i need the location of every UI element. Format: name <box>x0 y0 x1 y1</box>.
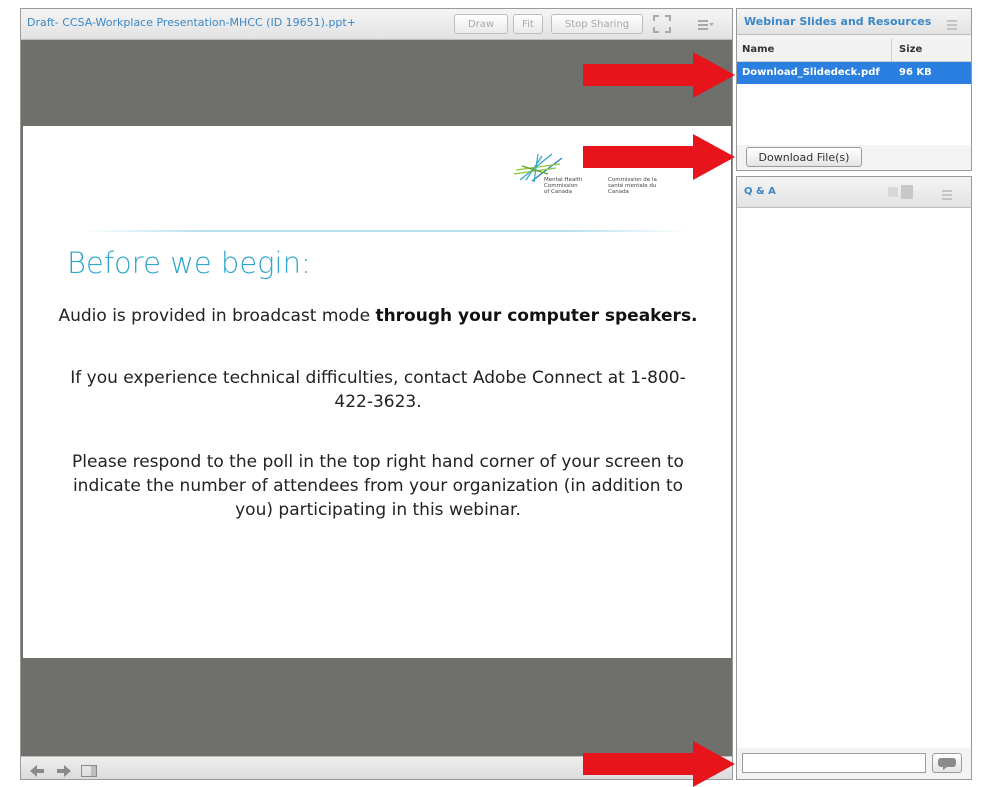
column-divider <box>891 39 892 61</box>
chat-pod-titlebar: Q & A <box>737 177 971 208</box>
file-size: 96 KB <box>899 67 932 78</box>
slide-divider <box>81 230 689 232</box>
slide: Mental Health Commission of Canada Commi… <box>23 126 731 658</box>
file-row[interactable]: Download_Slidedeck.pdf 96 KB <box>737 62 971 84</box>
slide-support-text: If you experience technical difficulties… <box>70 368 686 412</box>
files-pod-titlebar: Webinar Slides and Resources <box>737 9 971 35</box>
previous-slide-icon[interactable] <box>30 762 44 781</box>
arrow-icon <box>583 134 735 180</box>
slide-heading: Before we begin: <box>67 246 311 280</box>
chat-pod: Q & A <box>736 176 972 780</box>
next-slide-icon[interactable] <box>57 762 71 781</box>
download-files-button[interactable]: Download File(s) <box>746 147 862 167</box>
arrow-icon <box>583 741 735 787</box>
fullscreen-icon[interactable] <box>653 15 671 37</box>
column-header-size[interactable]: Size <box>899 44 922 55</box>
stop-sharing-button[interactable]: Stop Sharing <box>551 14 643 34</box>
files-pod-title: Webinar Slides and Resources <box>744 15 932 28</box>
column-header-name[interactable]: Name <box>742 44 774 55</box>
logo-english-text: Mental Health Commission of Canada <box>544 177 583 195</box>
chat-input[interactable] <box>742 753 926 773</box>
files-table: Name Size Download_Slidedeck.pdf 96 KB <box>737 39 971 145</box>
files-pod: Webinar Slides and Resources Name Size D… <box>736 8 972 171</box>
share-pod-title: Draft- CCSA-Workplace Presentation-MHCC … <box>27 16 356 29</box>
draw-button[interactable]: Draw <box>454 14 508 34</box>
chat-pod-title: Q & A <box>744 186 776 197</box>
fit-button[interactable]: Fit <box>513 14 543 34</box>
share-pod: Draft- CCSA-Workplace Presentation-MHCC … <box>20 8 733 780</box>
files-table-header: Name Size <box>737 39 971 62</box>
sidebar-toggle-icon[interactable] <box>81 762 97 781</box>
file-name: Download_Slidedeck.pdf <box>742 67 880 78</box>
slide-audio-text-normal: Audio is provided in broadcast mode <box>58 306 376 326</box>
arrow-icon <box>583 52 735 98</box>
pod-menu-icon[interactable] <box>698 17 714 36</box>
chat-options-icon[interactable] <box>887 184 917 204</box>
slide-poll-text: Please respond to the poll in the top ri… <box>72 452 684 520</box>
chat-send-button[interactable] <box>932 753 962 773</box>
files-pod-menu-icon[interactable] <box>947 16 963 35</box>
chat-log <box>737 208 971 748</box>
chat-pod-menu-icon[interactable] <box>942 186 958 205</box>
share-pod-titlebar: Draft- CCSA-Workplace Presentation-MHCC … <box>21 9 732 40</box>
speech-bubble-icon <box>938 758 956 770</box>
slide-audio-text: Audio is provided in broadcast mode thro… <box>53 304 703 328</box>
slide-audio-text-bold: through your computer speakers. <box>375 306 698 326</box>
